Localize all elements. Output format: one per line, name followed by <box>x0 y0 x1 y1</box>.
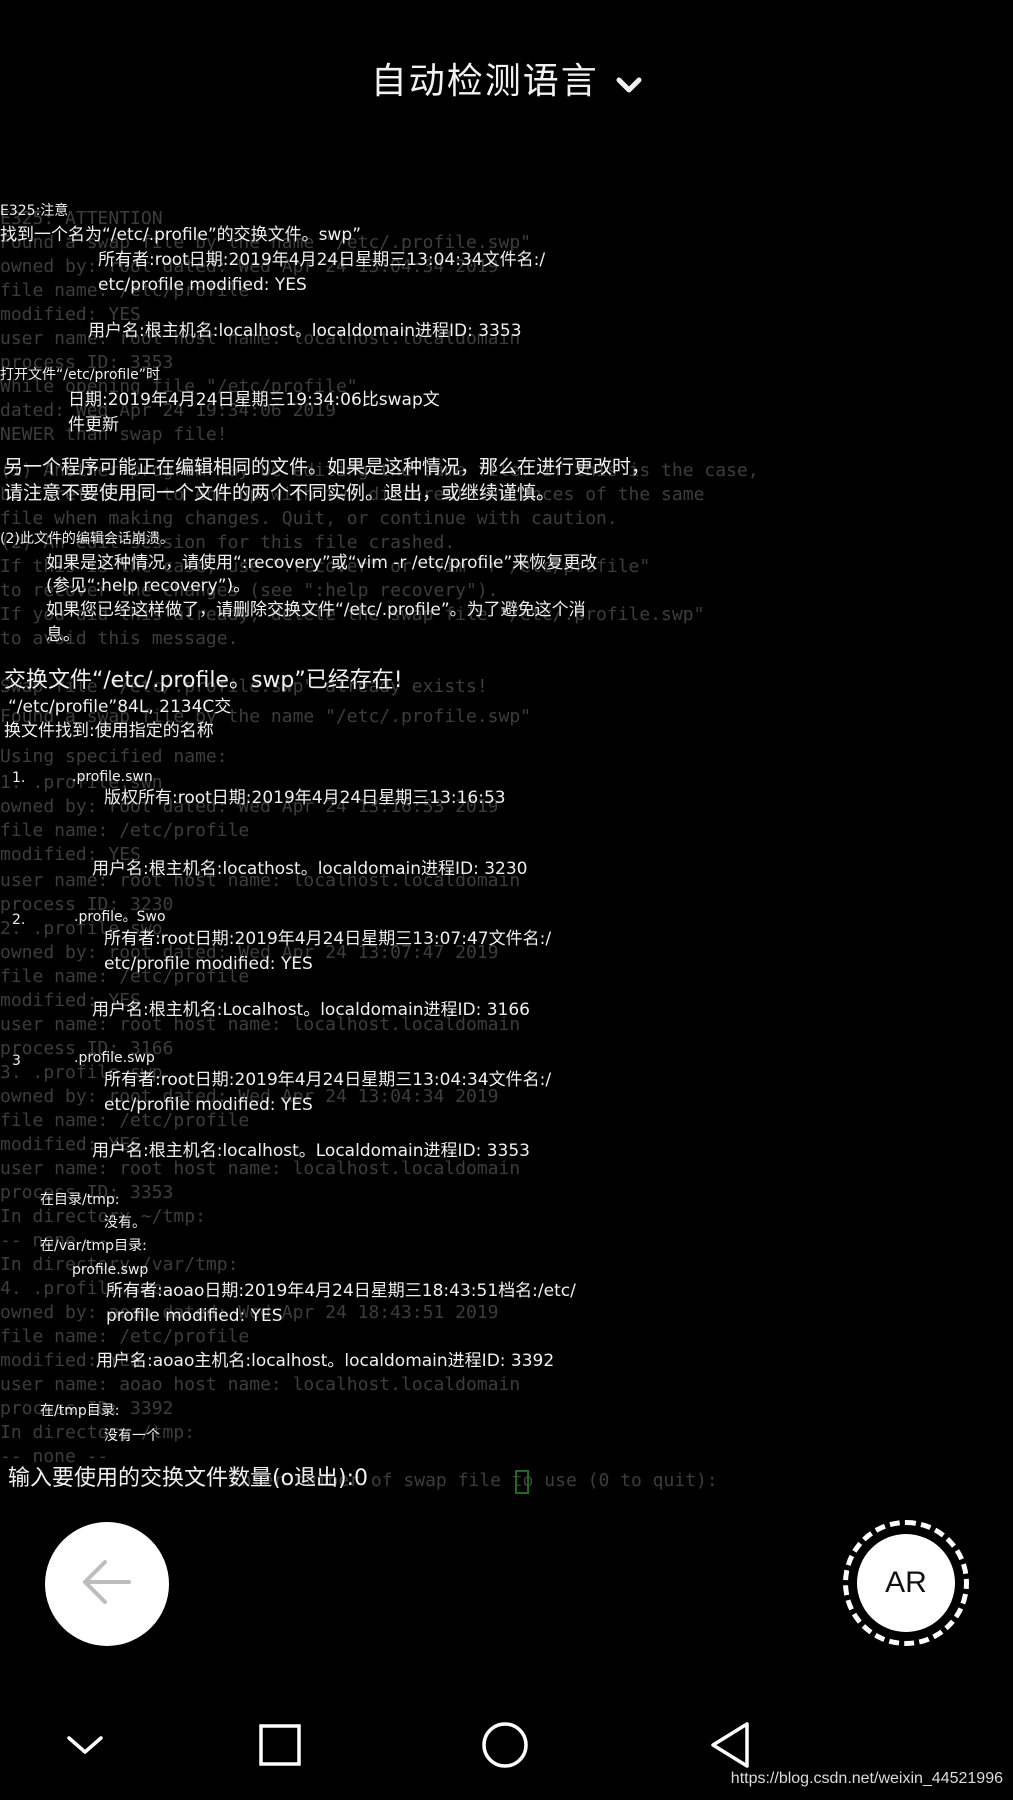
nav-home-button[interactable] <box>480 1722 530 1772</box>
ghost-line: -- none -- <box>0 1446 109 1467</box>
ghost-line: In directory /tmp: <box>0 1422 196 1443</box>
translated-line: 输入要使用的交换文件数量(o退出):0 <box>8 1466 369 1491</box>
translated-line: 交换文件“/etc/.profile。swp”已经存在! <box>4 668 403 693</box>
translated-line: 件更新 <box>68 415 119 435</box>
translated-line: etc/profile modified: YES <box>98 275 307 295</box>
translated-line: 所有者:root日期:2019年4月24日星期三13:04:34文件名:/ <box>104 1070 552 1090</box>
ghost-line: file when making changes. Quit, or conti… <box>0 508 618 529</box>
translated-line: .profile.swp <box>74 1050 155 1066</box>
circle-icon <box>480 1720 530 1774</box>
ghost-line: In directory ~/tmp: <box>0 1206 206 1227</box>
translated-line: 息。 <box>46 625 80 645</box>
language-selector[interactable]: 自动检测语言 <box>0 52 1013 104</box>
translated-line: 版权所有:root日期:2019年4月24日星期三13:16:53 <box>104 788 506 808</box>
translated-line: “/etc/profile”84L, 2134C交 <box>8 697 232 717</box>
translated-line: 所有者:root日期:2019年4月24日星期三13:04:34文件名:/ <box>98 250 546 270</box>
nav-back-button[interactable] <box>705 1722 755 1772</box>
translated-line: 另一个程序可能正在编辑相同的文件。如果是这种情况，那么在进行更改时， <box>4 456 651 478</box>
translated-line: 用户名:根主机名:Localhost。localdomain进程ID: 3166 <box>92 1000 530 1020</box>
translated-line: 找到一个名为“/etc/.profile”的交换文件。swp” <box>0 225 362 245</box>
terminal-cursor <box>515 1470 529 1494</box>
translated-line: profile.swp <box>72 1262 149 1278</box>
arrow-left-icon <box>79 1557 135 1611</box>
translated-line: etc/profile modified: YES <box>104 1095 313 1115</box>
translated-line: 用户名:根主机名:localhost。Localdomain进程ID: 3353 <box>92 1141 530 1161</box>
ghost-line: Using specified name: <box>0 746 228 767</box>
translated-line: .profile.swn <box>72 769 153 785</box>
language-label: 自动检测语言 <box>370 61 599 102</box>
translated-line: 没有一个 <box>104 1428 160 1444</box>
ghost-line: to avoid this message. <box>0 628 239 649</box>
translated-line: E325:注意 <box>0 203 69 219</box>
translated-line: 用户名:aoao主机名:localhost。localdomain进程ID: 3… <box>96 1351 555 1371</box>
translated-line: 如果是这种情况，请使用“:recovery”或“vim -r /etc/prof… <box>46 553 598 573</box>
chevron-down-icon <box>63 1730 107 1764</box>
translated-line: 请注意不要使用同一个文件的两个不同实例。退出，或继续谨慎。 <box>4 482 556 504</box>
translated-line: 1. <box>12 770 26 786</box>
translated-line: 所有者:aoao日期:2019年4月24日星期三18:43:51档名:/etc/ <box>106 1281 576 1301</box>
translated-line: 没有。 <box>104 1215 146 1231</box>
translated-line: 2. <box>12 912 26 928</box>
translated-line: (参见“:help recovery”)。 <box>46 576 251 596</box>
translated-line: 日期:2019年4月24日星期三19:34:06比swap文 <box>68 390 440 410</box>
back-button[interactable] <box>45 1522 169 1646</box>
translated-line: 换文件找到:使用指定的名称 <box>4 721 214 741</box>
chevron-down-icon <box>616 63 642 104</box>
translated-line: 用户名:根主机名:locathost。localdomain进程ID: 3230 <box>92 859 528 879</box>
translated-line: 打开文件“/etc/profile”时 <box>0 367 160 383</box>
translated-line: 所有者:root日期:2019年4月24日星期三13:07:47文件名:/ <box>104 929 552 949</box>
translated-line: etc/profile modified: YES <box>104 954 313 974</box>
translated-line: 3 <box>12 1053 21 1069</box>
ar-label: AR <box>857 1534 955 1632</box>
nav-collapse-button[interactable] <box>60 1722 110 1772</box>
ghost-line: user name: aoao host name: localhost.loc… <box>0 1374 521 1395</box>
translated-line: 在/var/tmp目录: <box>40 1238 147 1254</box>
translated-line: 用户名:根主机名:localhost。localdomain进程ID: 3353 <box>88 321 522 341</box>
translated-line: 在目录/tmp: <box>40 1192 120 1208</box>
translated-line: (2)此文件的编辑会话崩溃。 <box>0 531 174 547</box>
ghost-line: file name: /etc/profile <box>0 820 250 841</box>
triangle-back-icon <box>707 1720 753 1774</box>
nav-recents-button[interactable] <box>255 1722 305 1772</box>
ar-button[interactable]: AR <box>843 1520 969 1646</box>
translated-line: 如果您已经这样做了，请删除交换文件“/etc/.profile”。为了避免这个消 <box>46 600 586 620</box>
ghost-line: file name: /etc/profile <box>0 1326 250 1347</box>
translated-line: .profile。Swo <box>74 909 166 925</box>
translated-line: 在/tmp目录: <box>40 1403 120 1419</box>
watermark-url: https://blog.csdn.net/weixin_44521996 <box>730 1770 1003 1787</box>
translated-line: profile modified: YES <box>106 1306 283 1326</box>
square-icon <box>258 1723 302 1771</box>
